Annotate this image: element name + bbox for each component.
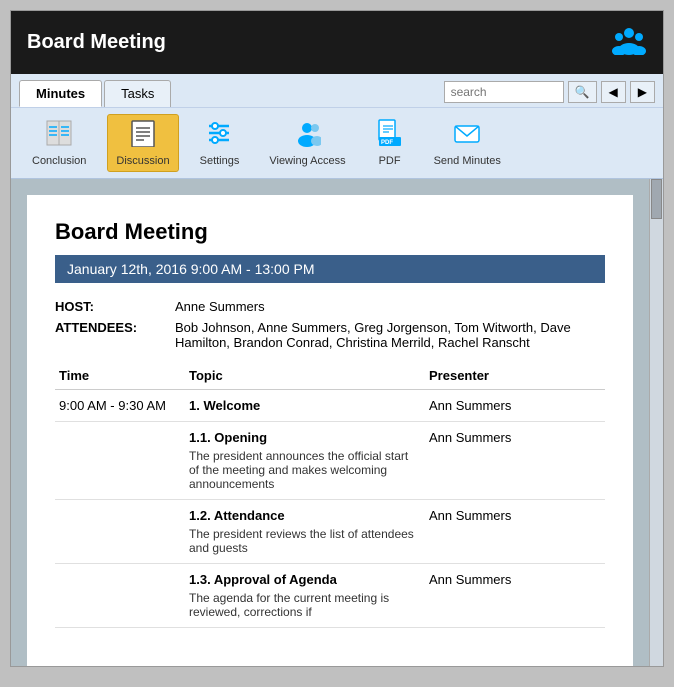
pdf-label: PDF [379, 155, 401, 167]
search-button[interactable]: 🔍 [568, 81, 597, 103]
nav-back-button[interactable]: ◀ [601, 81, 626, 103]
host-value: Anne Summers [175, 299, 265, 314]
viewing-access-label: Viewing Access [269, 155, 345, 167]
agenda-table: Time Topic Presenter 9:00 AM - 9:30 AM1.… [55, 362, 605, 628]
table-row: 1.1. Opening The president announces the … [55, 422, 605, 500]
viewing-access-icon [293, 119, 321, 151]
table-row: 1.2. Attendance The president reviews the… [55, 500, 605, 564]
row-presenter: Ann Summers [425, 422, 605, 500]
settings-icon [205, 119, 233, 151]
row-presenter: Ann Summers [425, 500, 605, 564]
content-area: Board Meeting January 12th, 2016 9:00 AM… [11, 179, 663, 666]
send-minutes-icon [453, 119, 481, 151]
attendees-label: ATTENDEES: [55, 320, 175, 350]
row-time: 9:00 AM - 9:30 AM [55, 390, 185, 422]
topic-desc: The agenda for the current meeting is re… [189, 591, 421, 619]
search-area: 🔍 ◀ ▶ [444, 81, 655, 107]
toolbar-conclusion[interactable]: Conclusion [23, 114, 95, 172]
row-presenter: Ann Summers [425, 390, 605, 422]
tabs-row: Minutes Tasks 🔍 ◀ ▶ [11, 74, 663, 107]
row-topic: 1.1. Opening The president announces the … [185, 422, 425, 500]
topic-title: 1.3. Approval of Agenda [189, 572, 421, 587]
doc-meta: HOST: Anne Summers ATTENDEES: Bob Johnso… [55, 299, 605, 350]
topic-desc: The president reviews the list of attend… [189, 527, 421, 555]
page-title: Board Meeting [27, 31, 166, 54]
conclusion-label: Conclusion [32, 155, 86, 167]
doc-title: Board Meeting [55, 219, 605, 245]
host-row: HOST: Anne Summers [55, 299, 605, 314]
topic-desc: The president announces the official sta… [189, 449, 421, 491]
discussion-label: Discussion [116, 155, 169, 167]
row-time [55, 500, 185, 564]
table-row: 1.3. Approval of Agenda The agenda for th… [55, 564, 605, 628]
attendees-value: Bob Johnson, Anne Summers, Greg Jorgenso… [175, 320, 605, 350]
tab-tasks[interactable]: Tasks [104, 80, 171, 107]
tabs-container: Minutes Tasks [19, 80, 171, 107]
toolbar-discussion[interactable]: Discussion [107, 114, 178, 172]
col-header-time: Time [55, 362, 185, 390]
toolbar-pdf[interactable]: PDF PDF [367, 114, 413, 172]
conclusion-icon [45, 119, 73, 151]
app-window: Board Meeting Minutes Tasks 🔍 ◀ [10, 10, 664, 667]
row-topic: 1.3. Approval of Agenda The agenda for th… [185, 564, 425, 628]
toolbar-send-minutes[interactable]: Send Minutes [425, 114, 510, 172]
scrollbar-track [650, 179, 663, 666]
tab-minutes[interactable]: Minutes [19, 80, 102, 107]
document-scroll[interactable]: Board Meeting January 12th, 2016 9:00 AM… [11, 179, 649, 666]
col-header-topic: Topic [185, 362, 425, 390]
nav-forward-button[interactable]: ▶ [630, 81, 655, 103]
table-row: 9:00 AM - 9:30 AM 1. Welcome Ann Summers [55, 390, 605, 422]
row-topic: 1. Welcome [185, 390, 425, 422]
app-logo-icon [611, 23, 647, 62]
toolbar-settings[interactable]: Settings [191, 114, 249, 172]
topic-title: 1.1. Opening [189, 430, 421, 445]
row-presenter: Ann Summers [425, 564, 605, 628]
discussion-icon [129, 119, 157, 151]
host-label: HOST: [55, 299, 175, 314]
topic-title: 1. Welcome [189, 398, 421, 413]
row-time [55, 422, 185, 500]
toolbar-icons-row: Conclusion Discussion [11, 107, 663, 178]
attendees-row: ATTENDEES: Bob Johnson, Anne Summers, Gr… [55, 320, 605, 350]
settings-label: Settings [200, 155, 240, 167]
toolbar-viewing-access[interactable]: Viewing Access [260, 114, 354, 172]
toolbar-area: Minutes Tasks 🔍 ◀ ▶ [11, 74, 663, 179]
topic-title: 1.2. Attendance [189, 508, 421, 523]
svg-text:PDF: PDF [381, 140, 393, 146]
document: Board Meeting January 12th, 2016 9:00 AM… [27, 195, 633, 666]
doc-date-bar: January 12th, 2016 9:00 AM - 13:00 PM [55, 255, 605, 283]
row-topic: 1.2. Attendance The president reviews the… [185, 500, 425, 564]
scrollbar-thumb[interactable] [651, 179, 662, 219]
pdf-icon: PDF [376, 119, 404, 151]
row-time [55, 564, 185, 628]
search-input[interactable] [444, 81, 564, 103]
scrollbar[interactable] [649, 179, 663, 666]
header: Board Meeting [11, 11, 663, 74]
col-header-presenter: Presenter [425, 362, 605, 390]
send-minutes-label: Send Minutes [434, 155, 501, 167]
